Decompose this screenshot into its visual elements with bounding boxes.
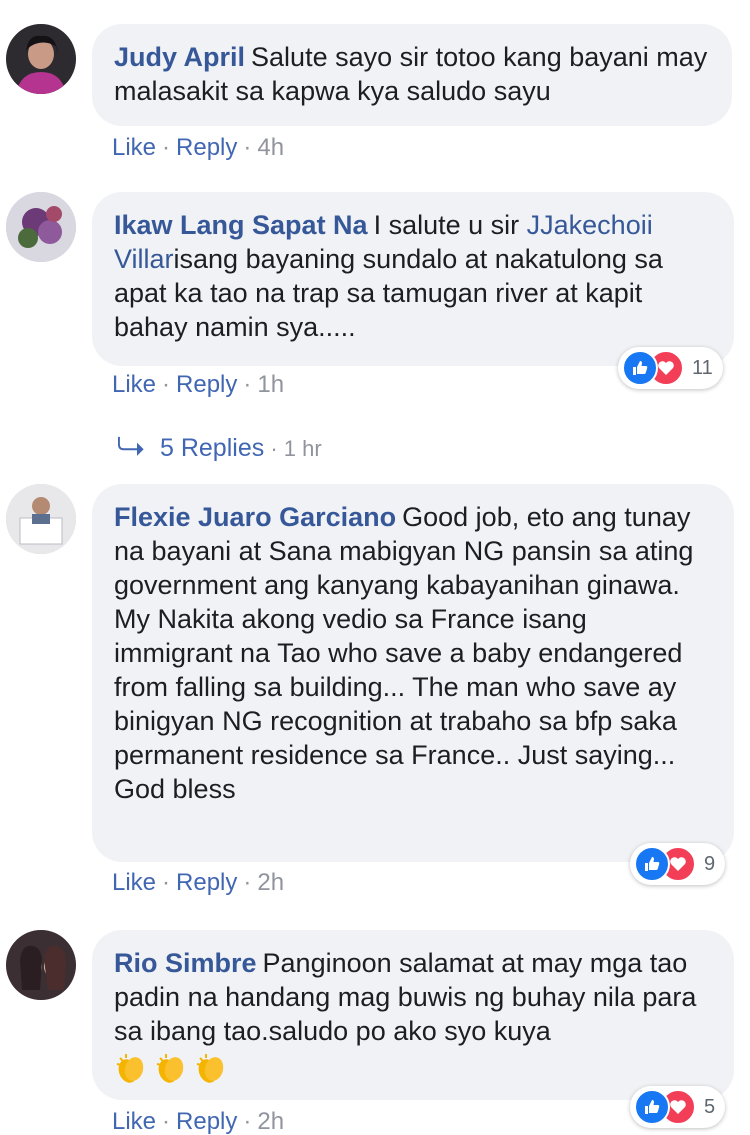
avatar[interactable] [6,24,76,94]
separator: · [162,869,171,896]
emoji-row [114,1052,712,1094]
comment-bubble: Rio Simbre Panginoon salamat at may mga t… [92,930,734,1100]
separator: · [264,436,284,461]
avatar-photo [6,484,76,554]
reply-link[interactable]: Reply [176,1108,237,1135]
clapping-hands-emoji [154,1052,188,1094]
separator: · [243,371,252,398]
separator: · [243,134,252,161]
reply-link[interactable]: Reply [176,869,237,896]
reaction-summary[interactable]: 5 [630,1086,726,1128]
avatar[interactable] [6,192,76,262]
comment-text: I salute u sir [373,210,527,240]
view-replies-link[interactable]: 5 Replies · 1 hr [118,434,322,464]
clapping-hands-emoji [194,1052,228,1094]
reaction-count: 9 [704,852,716,875]
like-link[interactable]: Like [112,869,156,896]
like-reaction-icon [622,350,658,386]
comment-text-continued: isang bayaning sundalo at nakatulong sa … [114,244,663,342]
clapping-hands-emoji [114,1052,148,1094]
comment-time[interactable]: 2h [257,869,284,896]
reaction-count: 11 [692,356,713,379]
avatar-photo [6,24,76,94]
reaction-summary[interactable]: 9 [630,843,726,885]
like-link[interactable]: Like [112,371,156,398]
like-reaction-icon [634,1089,670,1125]
avatar[interactable] [6,484,76,554]
comment-bubble: Ikaw Lang Sapat Na I salute u sir JJakech… [92,192,734,366]
comment-actions: Like · Reply · 2h [112,1108,284,1135]
comment-bubble: Flexie Juaro Garciano Good job, eto ang t… [92,484,734,862]
reply-link[interactable]: Reply [176,134,237,161]
comment-bubble: Judy April Salute sayo sir totoo kang bay… [92,24,732,126]
comment-actions: Like · Reply · 4h [112,134,284,162]
comment-time[interactable]: 4h [257,134,284,161]
like-link[interactable]: Like [112,134,156,161]
comment-author[interactable]: Flexie Juaro Garciano [114,502,396,532]
like-reaction-icon [634,846,670,882]
comment-actions: Like · Reply · 2h [112,869,284,897]
replies-count-label[interactable]: 5 Replies [160,434,264,462]
replies-time: 1 hr [283,436,322,461]
like-link[interactable]: Like [112,1108,156,1135]
comment-actions: Like · Reply · 1h [112,371,284,399]
comment-author[interactable]: Ikaw Lang Sapat Na [114,210,368,240]
separator: · [243,1108,252,1135]
avatar[interactable] [6,930,76,1000]
reaction-count: 5 [704,1095,716,1118]
avatar-photo [6,192,76,262]
comment-time[interactable]: 1h [257,371,284,398]
comment-author[interactable]: Judy April [114,42,245,72]
avatar-photo [6,930,76,1000]
separator: · [162,134,171,161]
reply-link[interactable]: Reply [176,371,237,398]
comment-author[interactable]: Rio Simbre [114,948,257,978]
comment-text-continued: My Nakita akong vedio sa France isang im… [114,604,683,804]
reply-arrow-icon [118,435,146,464]
separator: · [162,371,171,398]
reaction-summary[interactable]: 11 [618,347,723,389]
separator: · [243,869,252,896]
separator: · [162,1108,171,1135]
comment-time[interactable]: 2h [257,1108,284,1135]
